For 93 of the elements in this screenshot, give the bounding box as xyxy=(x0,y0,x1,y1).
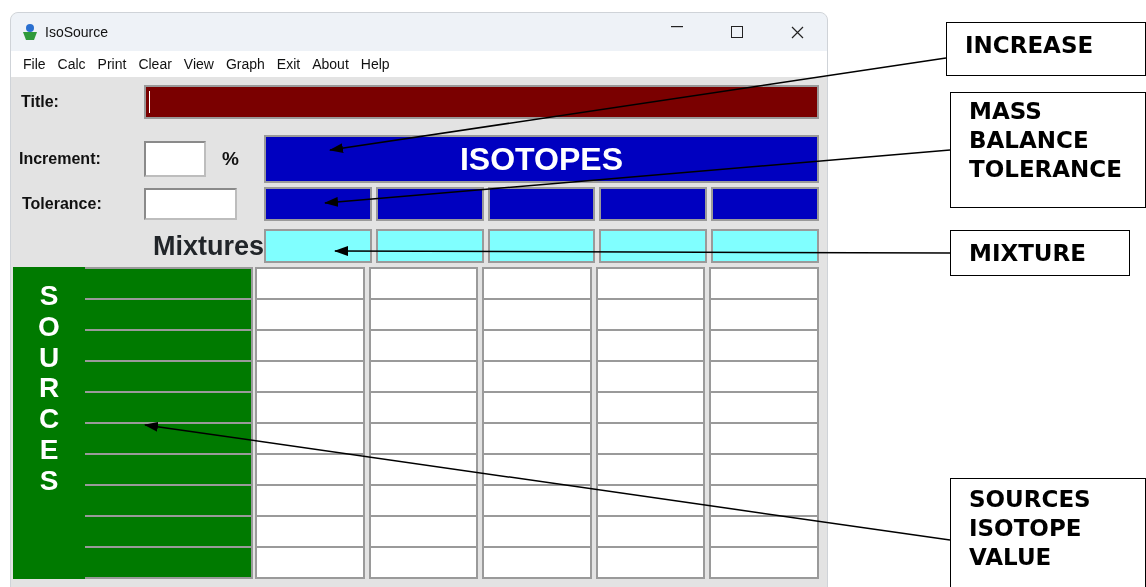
close-icon[interactable] xyxy=(790,25,804,39)
source-value-cell[interactable] xyxy=(257,424,365,455)
source-value-cell[interactable] xyxy=(597,486,706,517)
source-name-cell[interactable] xyxy=(85,331,253,362)
source-value-cell[interactable] xyxy=(370,517,479,548)
sources-label: SOURCES xyxy=(37,281,61,498)
menu-item[interactable]: File xyxy=(17,53,52,75)
menu-item[interactable]: Print xyxy=(91,53,133,75)
source-value-cell[interactable] xyxy=(370,424,479,455)
tolerance-field[interactable] xyxy=(144,188,237,220)
source-value-cell[interactable] xyxy=(370,269,479,300)
source-value-cell[interactable] xyxy=(484,455,592,486)
mixture-cell[interactable] xyxy=(375,229,484,263)
source-value-cell[interactable] xyxy=(370,393,479,424)
source-value-cell[interactable] xyxy=(370,331,479,362)
title-field[interactable] xyxy=(144,85,819,119)
source-name-cell[interactable] xyxy=(85,269,253,300)
source-value-cell[interactable] xyxy=(597,362,706,393)
increment-field[interactable] xyxy=(144,141,206,177)
source-value-cell[interactable] xyxy=(370,455,479,486)
mixture-cell[interactable] xyxy=(599,229,708,263)
source-value-cell[interactable] xyxy=(257,331,365,362)
source-value-cell[interactable] xyxy=(257,300,365,331)
source-value-cell[interactable] xyxy=(484,362,592,393)
callout-text: SOURCES ISOTOPE VALUE xyxy=(969,485,1092,572)
source-value-cell[interactable] xyxy=(711,331,819,362)
source-value-cell[interactable] xyxy=(370,548,479,579)
menu-item[interactable]: Clear xyxy=(132,53,178,75)
menu-item[interactable]: About xyxy=(306,53,355,75)
callout-text: INCREASE xyxy=(965,31,1095,60)
source-value-cell[interactable] xyxy=(597,300,706,331)
source-value-cell[interactable] xyxy=(370,486,479,517)
source-value-cell[interactable] xyxy=(711,486,819,517)
source-name-cell[interactable] xyxy=(85,548,253,579)
source-value-cell[interactable] xyxy=(711,455,819,486)
source-value-cell[interactable] xyxy=(257,517,365,548)
mixtures-label: Mixtures xyxy=(152,229,264,263)
source-value-cell[interactable] xyxy=(711,517,819,548)
source-value-cell[interactable] xyxy=(711,548,819,579)
source-name-cell[interactable] xyxy=(85,362,253,393)
source-value-cell[interactable] xyxy=(711,362,819,393)
menu-item[interactable]: Calc xyxy=(51,53,92,75)
source-value-cell[interactable] xyxy=(597,424,706,455)
source-value-cell[interactable] xyxy=(484,424,592,455)
isotopes-header: ISOTOPES xyxy=(263,135,819,183)
minimize-icon[interactable] xyxy=(671,25,683,28)
increment-label: Increment: xyxy=(19,149,102,169)
tolerance-label: Tolerance: xyxy=(21,194,103,214)
window-title: IsoSource xyxy=(45,22,109,42)
source-name-cell[interactable] xyxy=(85,486,253,517)
mixture-cell[interactable] xyxy=(711,229,819,263)
source-value-cell[interactable] xyxy=(711,300,819,331)
menu-item[interactable]: Help xyxy=(354,53,396,75)
maximize-icon[interactable] xyxy=(731,25,743,38)
source-value-cell[interactable] xyxy=(597,548,706,579)
source-value-cell[interactable] xyxy=(257,393,365,424)
callout-text: MASS BALANCE TOLERANCE xyxy=(969,97,1123,184)
source-value-cell[interactable] xyxy=(370,362,479,393)
source-value-cell[interactable] xyxy=(484,517,592,548)
source-value-cell[interactable] xyxy=(257,548,365,579)
source-value-cell[interactable] xyxy=(484,393,592,424)
source-name-cell[interactable] xyxy=(85,424,253,455)
source-value-cell[interactable] xyxy=(257,269,365,300)
app-icon xyxy=(21,23,39,41)
source-name-cell[interactable] xyxy=(85,455,253,486)
source-value-cell[interactable] xyxy=(711,424,819,455)
mixture-cell[interactable] xyxy=(263,229,372,263)
menu-item[interactable]: Exit xyxy=(270,53,307,75)
callout-text: MIXTURE xyxy=(969,239,1087,268)
source-name-cell[interactable] xyxy=(85,300,253,331)
source-value-cell[interactable] xyxy=(484,300,592,331)
source-value-cell[interactable] xyxy=(484,269,592,300)
source-value-cell[interactable] xyxy=(257,486,365,517)
title-label: Title: xyxy=(20,92,60,112)
percent-label: % xyxy=(222,146,239,171)
source-value-cell[interactable] xyxy=(597,393,706,424)
source-value-cell[interactable] xyxy=(597,455,706,486)
source-value-cell[interactable] xyxy=(597,331,706,362)
source-name-cell[interactable] xyxy=(85,517,253,548)
source-value-cell[interactable] xyxy=(484,548,592,579)
menu-item[interactable]: Graph xyxy=(219,53,271,75)
source-value-cell[interactable] xyxy=(597,517,706,548)
source-value-cell[interactable] xyxy=(484,486,592,517)
source-value-cell[interactable] xyxy=(257,455,365,486)
menu-item[interactable]: View xyxy=(177,53,220,75)
source-name-cell[interactable] xyxy=(85,393,253,424)
mixture-cell[interactable] xyxy=(487,229,596,263)
source-value-cell[interactable] xyxy=(711,269,819,300)
source-value-cell[interactable] xyxy=(370,300,479,331)
source-value-cell[interactable] xyxy=(711,393,819,424)
source-value-cell[interactable] xyxy=(257,362,365,393)
source-value-cell[interactable] xyxy=(597,269,706,300)
source-value-cell[interactable] xyxy=(484,331,592,362)
